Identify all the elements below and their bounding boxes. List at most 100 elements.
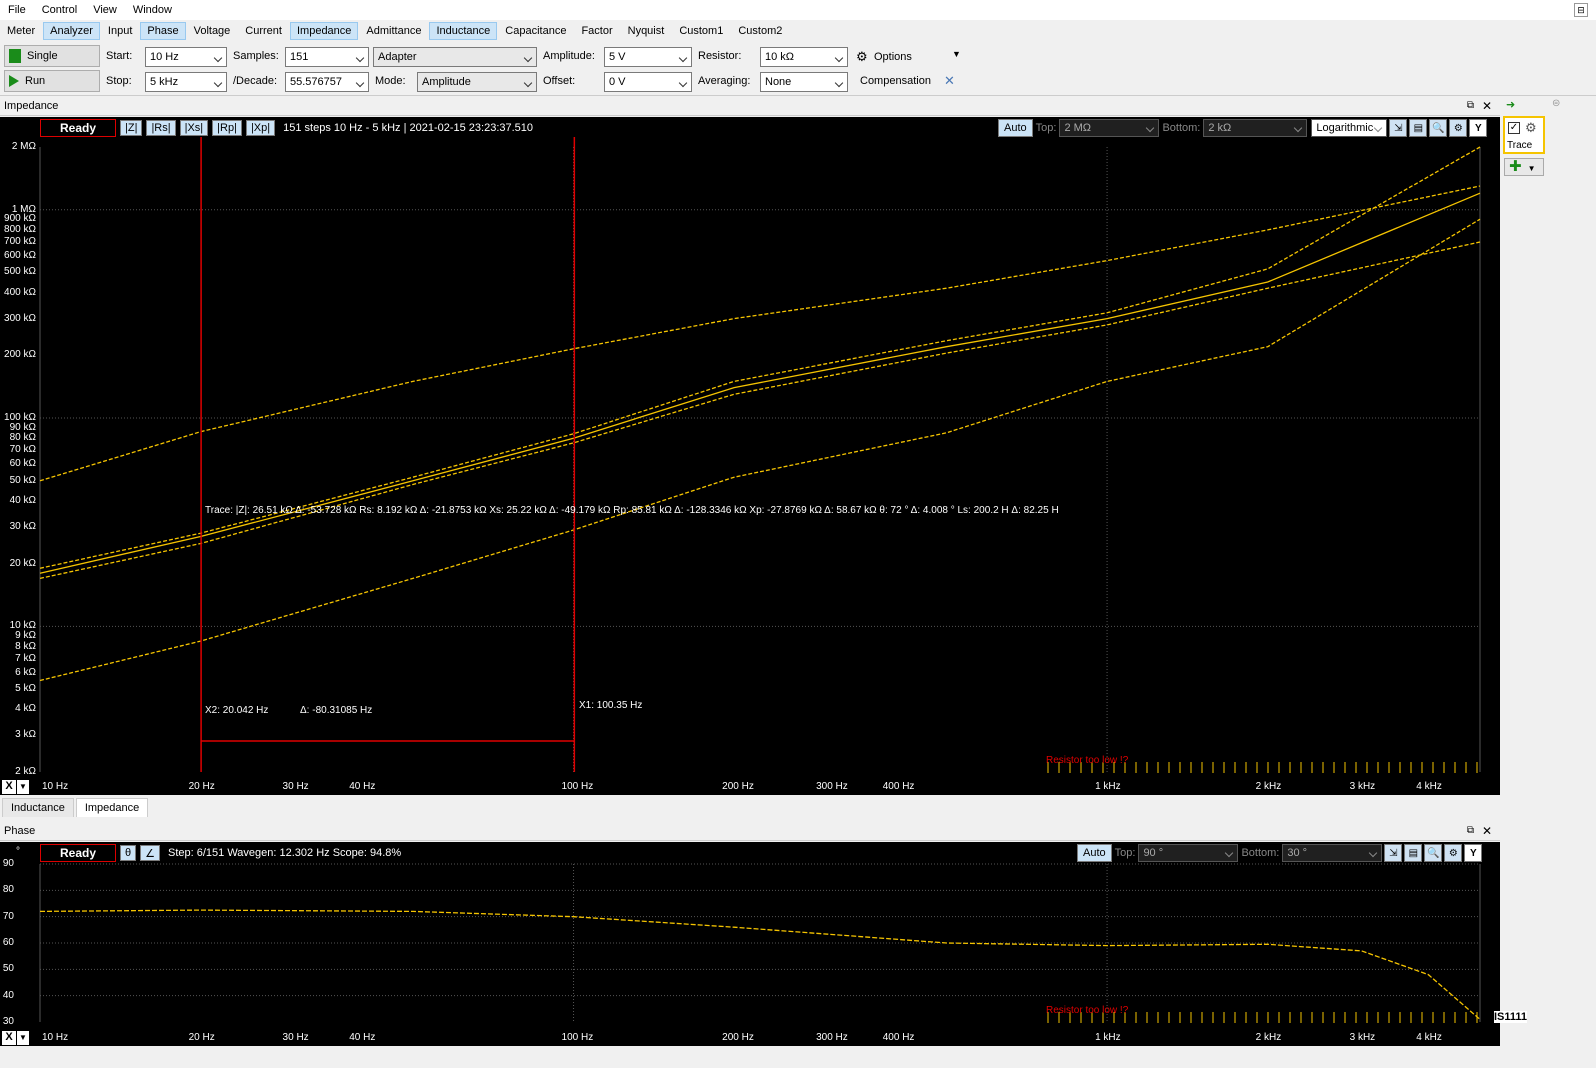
y-tick-label: 7 kΩ bbox=[15, 652, 36, 664]
phase-series bbox=[39, 909, 1481, 1020]
menu-file[interactable]: File bbox=[0, 4, 34, 16]
phase-unit-label: ° bbox=[16, 846, 20, 857]
phase-x-axis-dropdown-icon[interactable]: ▼ bbox=[17, 1031, 29, 1045]
trace-panel[interactable]: ✓ ⚙ Trace bbox=[1503, 116, 1545, 154]
x-tick-label: 200 Hz bbox=[722, 781, 754, 792]
compensation-tool-icon[interactable]: ✕ bbox=[944, 73, 955, 89]
phase-x-tick-label: 4 kHz bbox=[1416, 1032, 1442, 1043]
menu-window[interactable]: Window bbox=[125, 4, 180, 16]
resistor-label: Resistor: bbox=[698, 50, 742, 62]
tab-voltage[interactable]: Voltage bbox=[187, 22, 238, 40]
right-dock: ➜ ⊜ ✓ ⚙ Trace ✚ ▼ IS1111 bbox=[1494, 96, 1596, 1068]
averaging-select[interactable]: None bbox=[760, 72, 848, 92]
tab-custom1[interactable]: Custom1 bbox=[672, 22, 730, 40]
stop-select[interactable]: 5 kHz bbox=[145, 72, 227, 92]
offset-label: Offset: bbox=[543, 75, 576, 87]
menu-control[interactable]: Control bbox=[34, 4, 85, 16]
x-tick-label: 4 kHz bbox=[1416, 781, 1442, 792]
single-run-icon bbox=[9, 49, 21, 63]
trace-gear-icon[interactable]: ⚙ bbox=[1525, 120, 1537, 136]
x-axis-dropdown-icon[interactable]: ▼ bbox=[17, 780, 29, 794]
impedance-panel-title: Impedance ⧉ ✕ bbox=[0, 98, 1500, 116]
trace-checkbox[interactable]: ✓ bbox=[1508, 122, 1520, 134]
options-button[interactable]: Options bbox=[874, 51, 912, 63]
toolbar: Single Run Start: 10 Hz Stop: 5 kHz Samp… bbox=[0, 42, 1596, 96]
tab-current[interactable]: Current bbox=[238, 22, 289, 40]
trace-readout: Trace: |Z|: 26.51 kΩ Δ: -53.728 kΩ Rs: 8… bbox=[205, 505, 1059, 516]
y-tick-label: 900 kΩ bbox=[4, 213, 36, 225]
tab-phase[interactable]: Phase bbox=[140, 21, 186, 40]
phase-y-tick-label: 90 bbox=[2, 858, 14, 869]
options-dropdown-icon[interactable]: ▼ bbox=[952, 49, 961, 59]
adapter-select[interactable]: Adapter bbox=[373, 47, 537, 67]
add-trace-button[interactable]: ✚ ▼ bbox=[1504, 158, 1544, 176]
decade-select[interactable]: 55.576757 bbox=[285, 72, 369, 92]
series-rp bbox=[39, 185, 1481, 482]
y-tick-label: 400 kΩ bbox=[4, 286, 36, 298]
phase-title: Phase bbox=[4, 825, 36, 837]
y-tick-label: 800 kΩ bbox=[4, 223, 36, 235]
y-tick-label: 20 kΩ bbox=[9, 557, 36, 569]
bottom-tab-impedance[interactable]: Impedance bbox=[75, 798, 149, 817]
tab-impedance[interactable]: Impedance bbox=[289, 21, 359, 40]
cursor-x2-label: X2: 20.042 Hz bbox=[205, 705, 269, 716]
resistor-select[interactable]: 10 kΩ bbox=[760, 47, 848, 67]
single-button[interactable]: Single bbox=[4, 45, 100, 67]
tab-custom2[interactable]: Custom2 bbox=[731, 22, 789, 40]
x-axis-button[interactable]: X bbox=[2, 780, 16, 794]
y-tick-label: 40 kΩ bbox=[9, 494, 36, 506]
y-tick-label: 200 kΩ bbox=[4, 349, 36, 361]
samples-select[interactable]: 151 bbox=[285, 47, 369, 67]
phase-y-tick-label: 30 bbox=[2, 1016, 14, 1027]
tab-input[interactable]: Input bbox=[101, 22, 139, 40]
y-tick-label: 3 kΩ bbox=[15, 729, 36, 741]
tab-admittance[interactable]: Admittance bbox=[359, 22, 428, 40]
amplitude-label: Amplitude: bbox=[543, 50, 595, 62]
phase-x-tick-label: 30 Hz bbox=[282, 1032, 309, 1043]
offset-select[interactable]: 0 V bbox=[604, 72, 692, 92]
series-rs bbox=[39, 218, 1481, 682]
impedance-chart bbox=[39, 137, 1481, 773]
y-tick-label: 90 kΩ bbox=[9, 421, 36, 433]
y-tick-label: 300 kΩ bbox=[4, 312, 36, 324]
phase-x-tick-label: 3 kHz bbox=[1349, 1032, 1376, 1043]
series-z bbox=[39, 192, 1481, 574]
restore-icon[interactable]: ⧉ bbox=[1467, 100, 1474, 111]
phase-y-tick-label: 60 bbox=[2, 937, 14, 948]
menu-view[interactable]: View bbox=[85, 4, 125, 16]
close-icon[interactable]: ✕ bbox=[1482, 99, 1492, 113]
x-tick-label: 40 Hz bbox=[349, 781, 376, 792]
phase-close-icon[interactable]: ✕ bbox=[1482, 824, 1492, 838]
tab-nyquist[interactable]: Nyquist bbox=[621, 22, 672, 40]
mode-select[interactable]: Amplitude bbox=[417, 72, 537, 92]
tab-analyzer[interactable]: Analyzer bbox=[43, 21, 100, 40]
arrow-right-icon[interactable]: ➜ bbox=[1506, 98, 1515, 111]
y-tick-label: 500 kΩ bbox=[4, 266, 36, 278]
tab-meter[interactable]: Meter bbox=[0, 22, 42, 40]
phase-x-tick-label: 1 kHz bbox=[1095, 1032, 1121, 1043]
x-tick-label: 3 kHz bbox=[1349, 781, 1376, 792]
y-tick-label: 30 kΩ bbox=[9, 520, 36, 532]
bottom-tabs: Inductance Impedance bbox=[0, 797, 1500, 817]
cursor-delta-label: Δ: -80.31085 Hz bbox=[300, 705, 373, 716]
phase-restore-icon[interactable]: ⧉ bbox=[1467, 825, 1474, 836]
phase-x-tick-label: 20 Hz bbox=[188, 1032, 215, 1043]
phase-x-tick-label: 300 Hz bbox=[816, 1032, 848, 1043]
amplitude-select[interactable]: 5 V bbox=[604, 47, 692, 67]
y-tick-label: 50 kΩ bbox=[9, 474, 36, 486]
samples-label: Samples: bbox=[233, 50, 279, 62]
collapse-icon[interactable]: ⊜ bbox=[1552, 98, 1560, 109]
phase-warning-text: Resistor too low !? bbox=[1046, 1005, 1129, 1016]
phase-panel-title: Phase ⧉ ✕ bbox=[0, 823, 1500, 841]
window-collapse-icon[interactable]: ⊟ bbox=[1574, 3, 1588, 17]
x-tick-label: 300 Hz bbox=[816, 781, 848, 792]
bottom-tab-inductance[interactable]: Inductance bbox=[2, 798, 74, 817]
tab-inductance[interactable]: Inductance bbox=[429, 21, 498, 40]
tab-factor[interactable]: Factor bbox=[574, 22, 619, 40]
tab-capacitance[interactable]: Capacitance bbox=[498, 22, 573, 40]
start-select[interactable]: 10 Hz bbox=[145, 47, 227, 67]
options-gear-icon[interactable]: ⚙ bbox=[856, 49, 868, 65]
phase-x-axis-button[interactable]: X bbox=[2, 1031, 16, 1045]
stop-label: Stop: bbox=[106, 75, 132, 87]
run-button[interactable]: Run bbox=[4, 70, 100, 92]
